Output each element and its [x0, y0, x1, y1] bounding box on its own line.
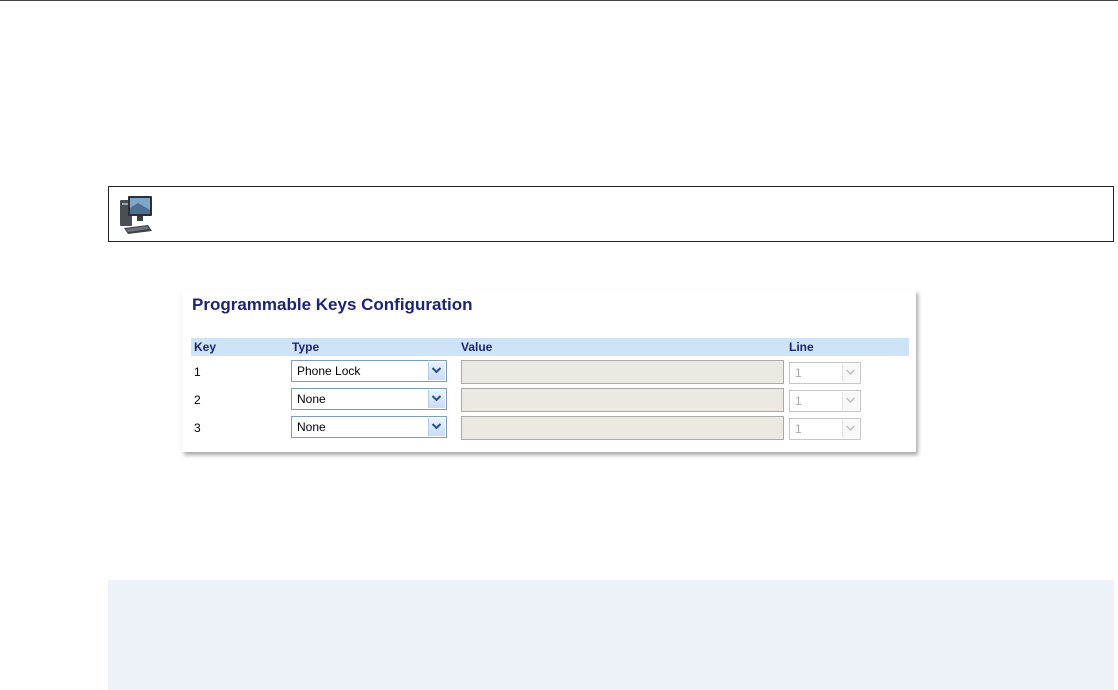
column-header-line: Line [789, 340, 814, 354]
top-rule [0, 0, 1118, 1]
line-select-value: 1 [795, 394, 802, 408]
programmable-keys-panel: Programmable Keys Configuration Key Type… [182, 290, 916, 452]
table-row: 3 None 1 [191, 416, 909, 440]
line-select-value: 1 [795, 366, 802, 380]
chevron-down-icon[interactable] [428, 390, 445, 408]
note-box [108, 186, 1114, 242]
line-select[interactable]: 1 [789, 418, 861, 440]
table-row: 1 Phone Lock 1 [191, 360, 909, 384]
table-header: Key Type Value Line [191, 338, 909, 356]
type-select-value: None [297, 420, 326, 434]
computer-icon [120, 196, 152, 234]
chevron-down-icon[interactable] [842, 420, 859, 438]
line-select[interactable]: 1 [789, 362, 861, 384]
chevron-down-icon[interactable] [428, 362, 445, 380]
bottom-band [108, 580, 1114, 690]
column-header-type: Type [292, 340, 320, 354]
column-header-value: Value [461, 340, 493, 354]
type-select[interactable]: None [291, 388, 447, 410]
value-input[interactable] [461, 360, 784, 384]
value-input[interactable] [461, 416, 784, 440]
chevron-down-icon[interactable] [842, 364, 859, 382]
key-number: 3 [194, 421, 201, 435]
chevron-down-icon[interactable] [428, 418, 445, 436]
type-select-value: Phone Lock [297, 364, 361, 378]
key-number: 2 [194, 393, 201, 407]
value-input[interactable] [461, 388, 784, 412]
table-row: 2 None 1 [191, 388, 909, 412]
type-select[interactable]: None [291, 416, 447, 438]
type-select[interactable]: Phone Lock [291, 360, 447, 382]
panel-title: Programmable Keys Configuration [192, 295, 473, 314]
line-select[interactable]: 1 [789, 390, 861, 412]
chevron-down-icon[interactable] [842, 392, 859, 410]
key-number: 1 [194, 365, 201, 379]
line-select-value: 1 [795, 422, 802, 436]
type-select-value: None [297, 392, 326, 406]
column-header-key: Key [194, 340, 217, 354]
